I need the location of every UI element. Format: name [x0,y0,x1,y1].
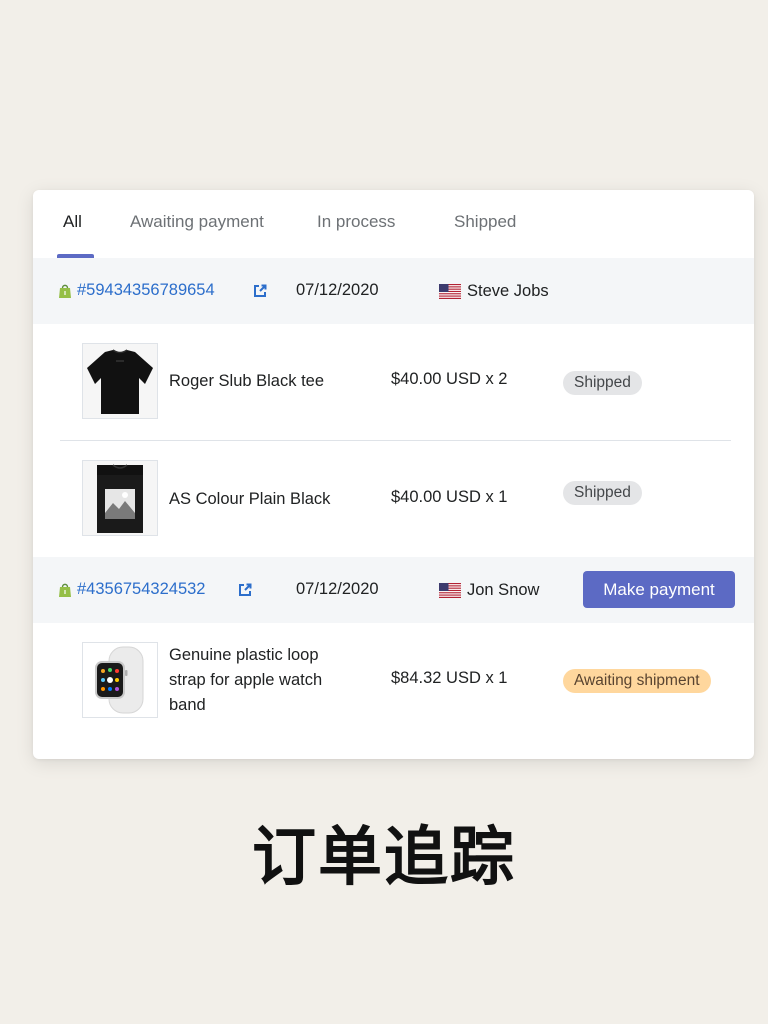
orders-card: All Awaiting payment In process Shipped … [33,190,754,759]
status-badge: Awaiting shipment [563,669,711,693]
order-number-link[interactable]: #4356754324532 [77,580,205,599]
order-header: #4356754324532 07/12/2020 Jon Snow Make … [33,557,754,623]
order-date: 07/12/2020 [296,580,379,598]
tab-shipped[interactable]: Shipped [454,212,516,232]
order-status-tabs: All Awaiting payment In process Shipped [33,190,754,258]
product-name[interactable]: AS Colour Plain Black [169,487,359,512]
shopify-bag-icon [59,583,71,597]
page-caption: 订单追踪 [252,820,516,895]
tab-all[interactable]: All [63,212,82,232]
tab-awaiting-payment[interactable]: Awaiting payment [130,212,264,232]
product-price: $84.32 USD x 1 [391,669,508,687]
product-thumbnail[interactable] [82,642,158,718]
black-tshirt-print-image [83,461,157,535]
us-flag-icon [439,284,461,299]
black-tshirt-image [83,344,157,418]
product-thumbnail[interactable] [82,460,158,536]
status-badge: Shipped [563,481,642,505]
order-header: #59434356789654 07/12/2020 Steve Jobs [33,258,754,324]
product-thumbnail[interactable] [82,343,158,419]
product-price: $40.00 USD x 1 [391,488,508,506]
item-divider [60,440,731,441]
customer-name: Jon Snow [467,581,540,599]
customer-name: Steve Jobs [467,282,549,300]
product-name[interactable]: Genuine plastic loop strap for apple wat… [169,643,359,718]
tab-in-process[interactable]: In process [317,212,395,232]
status-badge: Shipped [563,371,642,395]
make-payment-button[interactable]: Make payment [583,571,735,608]
external-link-icon[interactable] [238,583,252,597]
external-link-icon[interactable] [253,284,267,298]
order-number-link[interactable]: #59434356789654 [77,281,215,300]
apple-watch-image [83,643,157,717]
order-date: 07/12/2020 [296,281,379,299]
shopify-bag-icon [59,284,71,298]
product-name[interactable]: Roger Slub Black tee [169,369,359,394]
product-price: $40.00 USD x 2 [391,370,508,388]
us-flag-icon [439,583,461,598]
